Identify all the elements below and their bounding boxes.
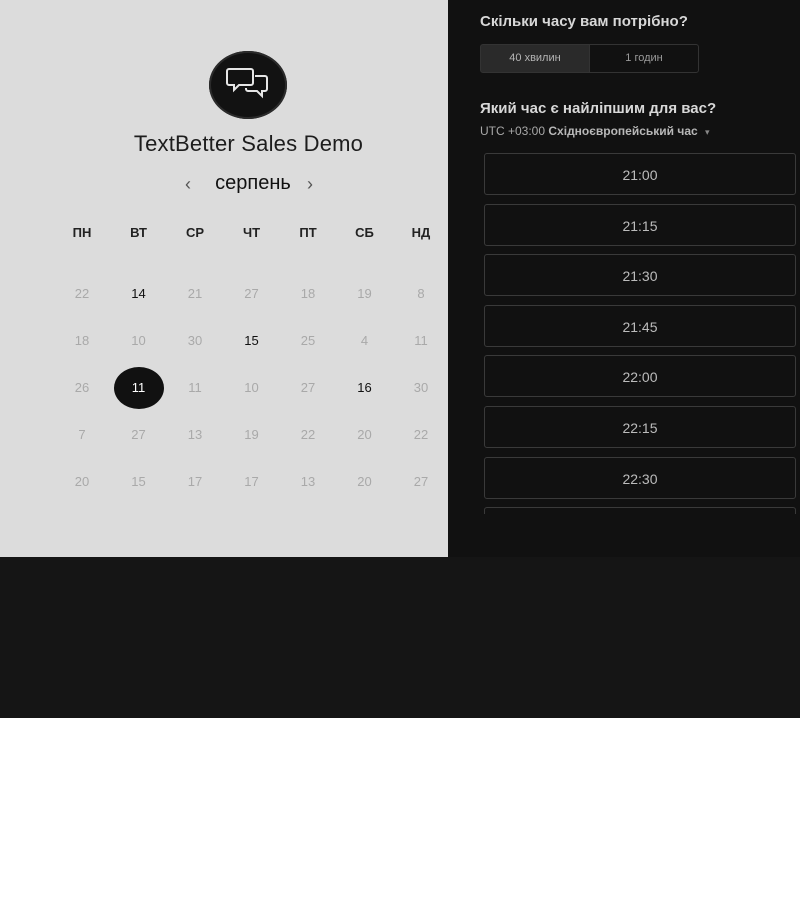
calendar-day: 18 [300, 286, 316, 301]
calendar-day: 20 [357, 427, 372, 442]
calendar-day: 30 [413, 380, 429, 395]
chevron-left-icon[interactable]: ‹ [180, 174, 196, 195]
calendar-day: 22 [300, 427, 316, 442]
booking-panel: Скільки часу вам потрібно? 40 хвилин 1 го… [448, 0, 800, 557]
time-slot-button[interactable]: 22:15 [484, 406, 796, 448]
caret-down-icon: ▾ [705, 127, 710, 137]
timezone-offset: UTC +03:00 [480, 124, 546, 138]
calendar-day: 19 [357, 286, 372, 301]
weekday-label: ЧТ [242, 225, 261, 240]
timezone-selector[interactable]: UTC +03:00 Східноєвропейський час ▾ [480, 124, 710, 138]
calendar-day: 8 [417, 286, 425, 301]
time-heading: Який час є найліпшим для вас? [480, 100, 717, 117]
calendar-day: 11 [188, 380, 202, 395]
time-slot-button[interactable]: 21:45 [484, 304, 796, 347]
chevron-right-icon[interactable]: › [302, 174, 318, 195]
duration-selector: 40 хвилин 1 годин [480, 44, 699, 73]
calendar-day: 22 [74, 286, 90, 301]
calendar-day[interactable]: 15 [232, 321, 272, 361]
calendar-day: 19 [244, 427, 259, 442]
calendar-day: 13 [187, 427, 203, 442]
weekday-label: ВТ [130, 225, 147, 240]
calendar-day: 11 [414, 333, 428, 348]
calendar-day: 17 [244, 474, 259, 489]
duration-option[interactable]: 40 хвилин [480, 44, 590, 73]
time-slot-button[interactable]: 21:00 [484, 153, 796, 195]
month-label: серпень [215, 172, 291, 194]
duration-heading: Скільки часу вам потрібно? [480, 13, 688, 30]
time-slot-button[interactable]: 22:00 [484, 355, 796, 398]
calendar-day: 27 [131, 427, 146, 442]
calendar-day: 25 [300, 333, 316, 348]
calendar-day: 26 [74, 380, 90, 395]
calendar-day: 4 [360, 333, 369, 348]
calendar-day: 20 [74, 474, 90, 489]
duration-option[interactable]: 1 годин [589, 44, 699, 73]
calendar-day: 17 [187, 474, 203, 489]
page-title: TextBetter Sales Demo [133, 131, 364, 156]
calendar-day[interactable]: 14 [119, 274, 159, 314]
weekday-label: НД [411, 225, 431, 240]
calendar-day: 27 [413, 474, 429, 489]
calendar-day[interactable]: 16 [345, 368, 385, 408]
calendar-day: 18 [74, 333, 90, 348]
calendar-day: 15 [131, 474, 146, 489]
calendar-day: 20 [357, 474, 372, 489]
weekday-label: ПТ [299, 225, 317, 240]
weekday-label: СБ [355, 225, 374, 240]
calendar-day: 21 [187, 286, 203, 301]
calendar-day: 30 [187, 333, 203, 348]
time-slot-button[interactable]: 21:30 [484, 254, 796, 297]
calendar-day: 13 [300, 474, 316, 489]
calendar-panel: TextBetter Sales Demo ‹ серпень › ПН ВТ СР… [0, 0, 448, 557]
timezone-name: Східноєвропейський час [548, 124, 698, 138]
time-slot-button[interactable]: 21:15 [484, 203, 796, 246]
time-slot-button[interactable]: 22:30 [484, 456, 796, 499]
scheduler-app: TextBetter Sales Demo ‹ серпень › ПН ВТ СР… [0, 0, 800, 718]
calendar-day: 22 [413, 427, 429, 442]
selected-day[interactable]: 11 [113, 367, 164, 409]
chat-bubbles-icon [209, 51, 287, 119]
time-slot-button[interactable] [484, 507, 796, 514]
weekday-label: ПН [72, 225, 92, 240]
calendar-day: 7 [78, 427, 86, 442]
calendar-day: 27 [300, 380, 316, 395]
calendar-day: 27 [244, 286, 259, 301]
weekday-label: СР [185, 225, 205, 240]
time-slot-list[interactable]: 21:00 21:15 21:30 21:45 22:00 22:15 22:30 [484, 152, 800, 514]
calendar-day: 10 [244, 380, 259, 395]
calendar-day: 10 [131, 333, 146, 348]
